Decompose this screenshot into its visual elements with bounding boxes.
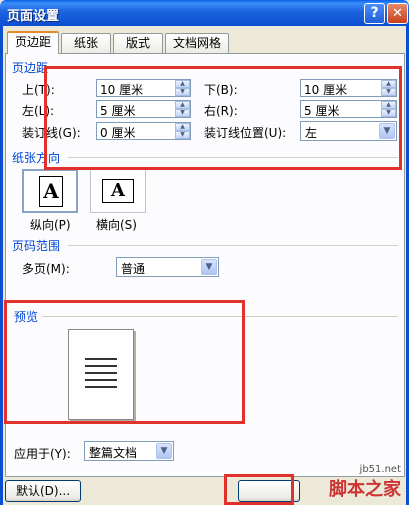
tab-paper[interactable]: 纸张 [61,33,111,53]
pages-divider [68,245,398,246]
default-button[interactable]: 默认(D)... [5,480,81,502]
apply-to-select[interactable]: 整篇文档 ▼ [84,441,174,461]
window-title: 页面设置 [7,9,60,24]
help-button[interactable]: ? [364,3,385,24]
watermark: jb51.net 脚本之家 [329,464,401,501]
margins-section-title: 页边距 [12,61,49,75]
portrait-label[interactable]: 纵向(P) [30,216,71,233]
close-button[interactable]: ✕ [387,3,408,24]
landscape-label[interactable]: 横向(S) [96,216,137,233]
ok-highlight-box [224,474,294,505]
pages-section-title: 页码范围 [12,239,61,253]
tab-margins[interactable]: 页边距 [7,31,59,54]
portrait-page-icon: A [39,176,63,207]
watermark-site: jb51.net [359,464,401,475]
chevron-down-icon[interactable]: ▼ [156,443,172,459]
chevron-down-icon[interactable]: ▼ [201,259,217,275]
preview-highlight-box [4,300,245,424]
landscape-page-icon: A [102,179,134,203]
watermark-brand: 脚本之家 [329,479,401,500]
apply-to-label: 应用于(Y): [14,447,71,461]
portrait-option[interactable]: A [22,169,78,213]
title-bar: 页面设置 ? ✕ [0,0,409,26]
tab-doc-grid[interactable]: 文档网格 [165,33,229,53]
margins-highlight-box [44,66,402,170]
tab-layout[interactable]: 版式 [113,33,163,53]
multiple-pages-select[interactable]: 普通 ▼ [116,257,219,277]
apply-to-value[interactable]: 整篇文档 [89,444,137,461]
multiple-pages-label: 多页(M): [22,262,70,276]
multiple-pages-value[interactable]: 普通 [121,260,145,277]
landscape-option[interactable]: A [90,169,146,213]
